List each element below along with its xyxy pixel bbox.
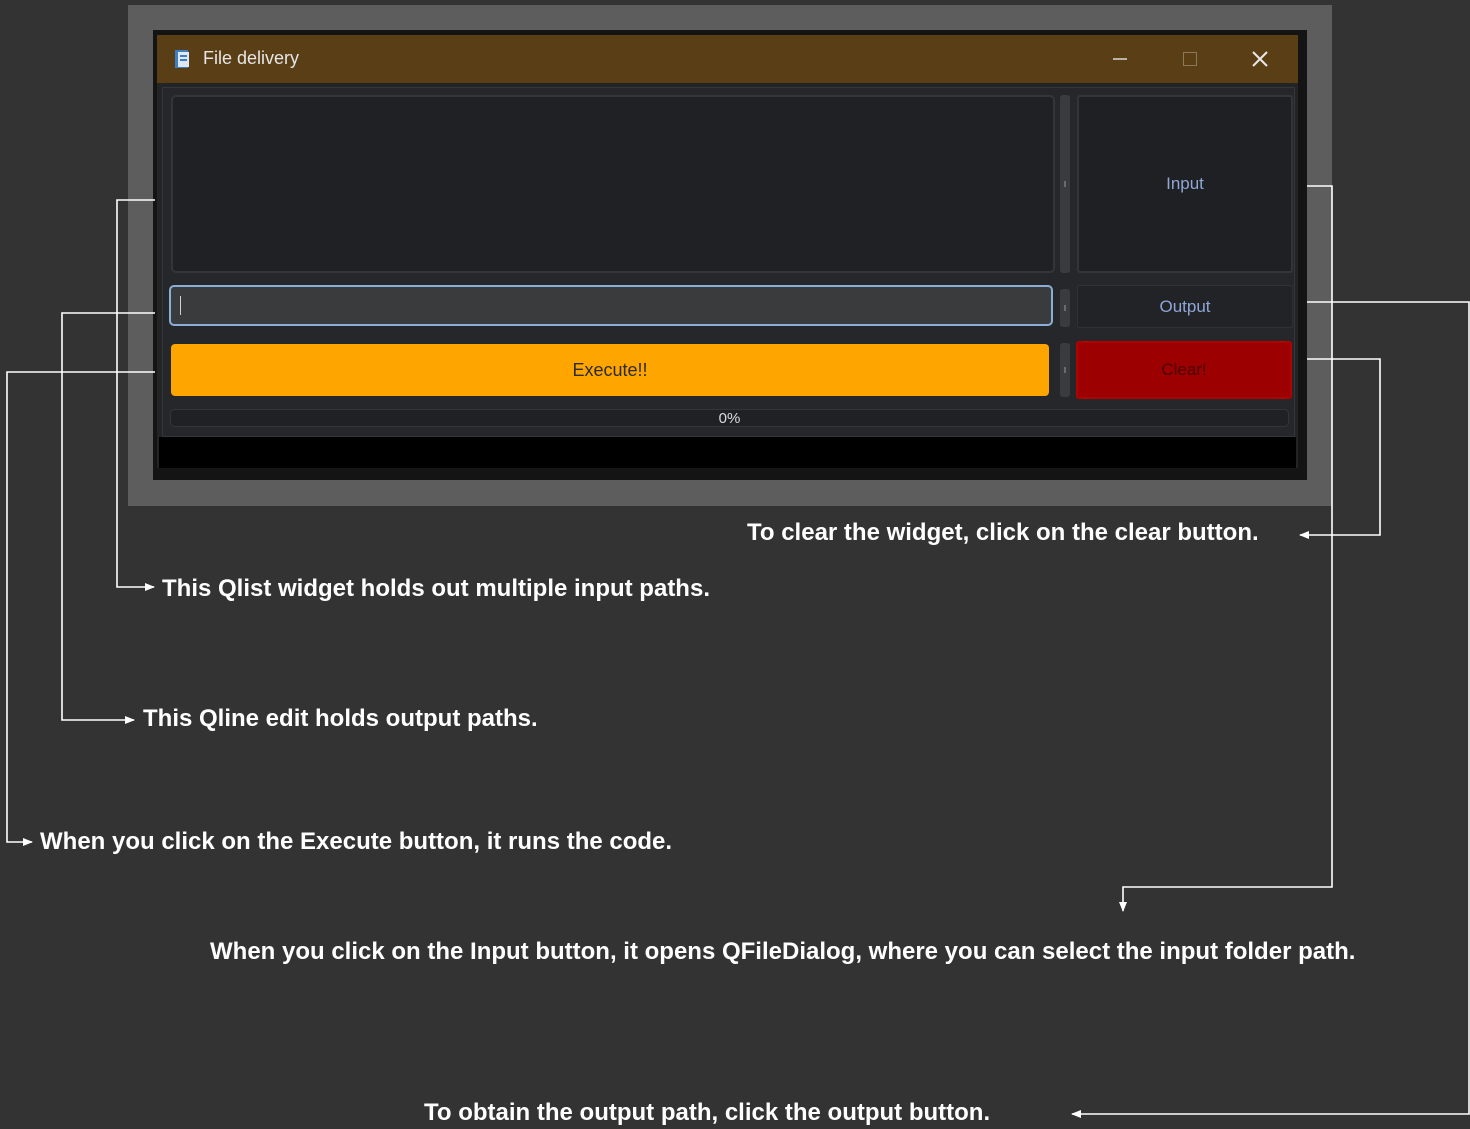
annotation-output: To obtain the output path, click the out… (424, 1099, 991, 1126)
input-connector (1119, 185, 1333, 912)
annotation-clear: To clear the widget, click on the clear … (747, 519, 1259, 546)
output-connector (1071, 301, 1470, 1118)
annotation-input: When you click on the Input button, it o… (210, 938, 1356, 965)
execute-connector (6, 371, 155, 846)
annotation-qlist: This Qlist widget holds out multiple inp… (162, 575, 710, 602)
annotation-qline: This Qline edit holds output paths. (143, 705, 538, 732)
qlist-connector (116, 199, 155, 591)
annotation-execute: When you click on the Execute button, it… (40, 828, 673, 855)
qline-connector (61, 312, 155, 724)
clear-connector (1299, 358, 1381, 539)
